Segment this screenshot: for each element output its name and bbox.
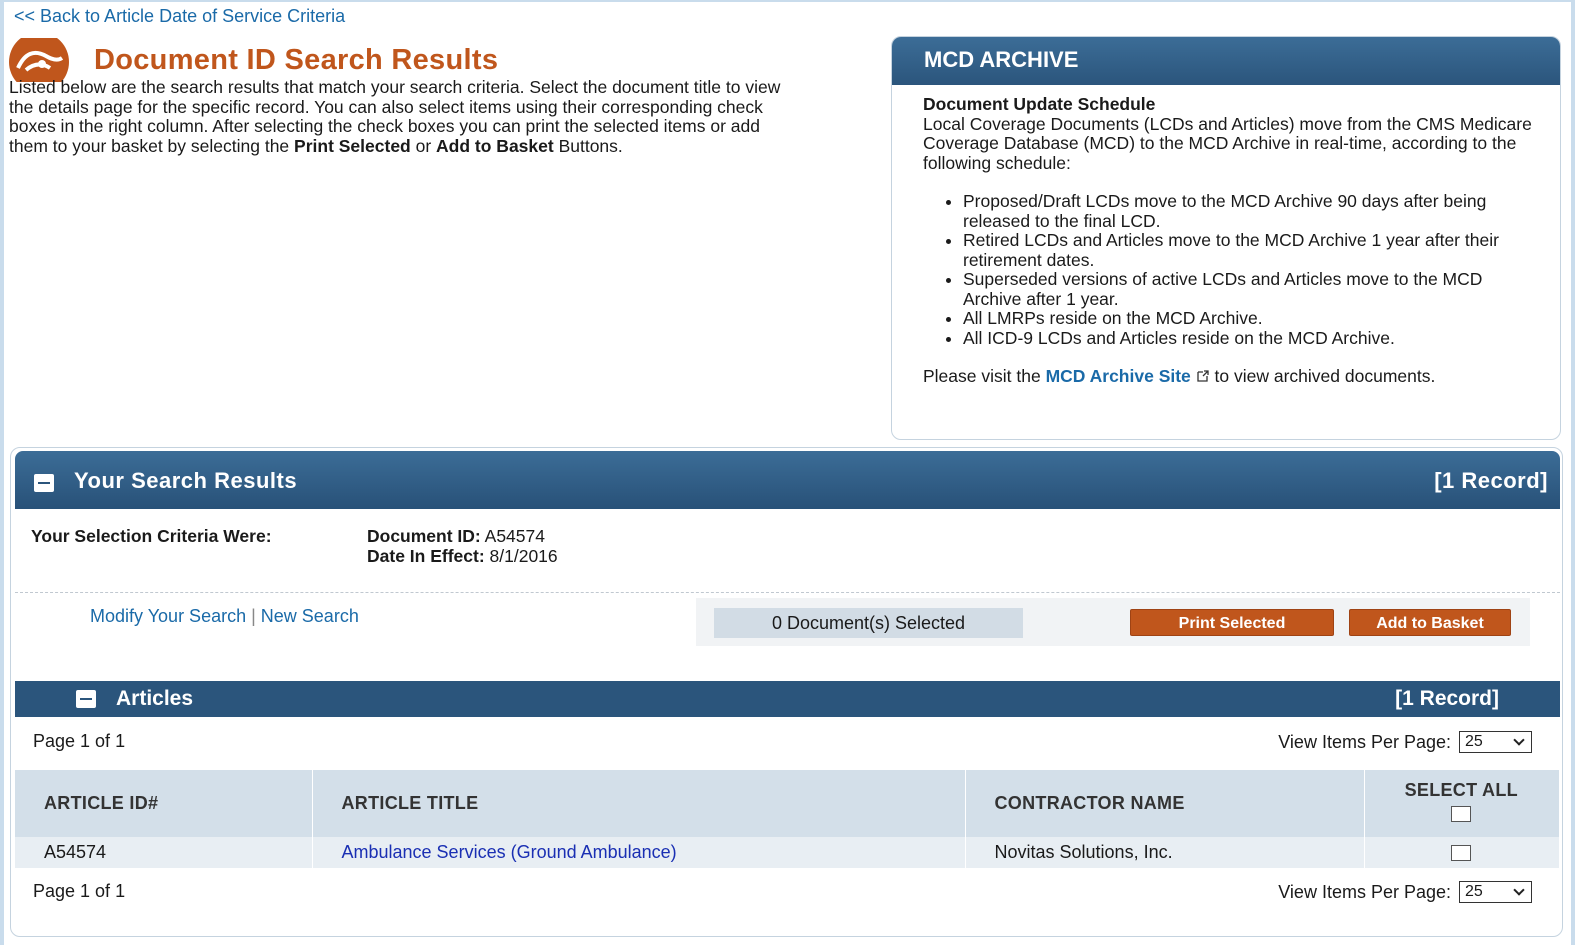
schedule-item: All ICD-9 LCDs and Articles reside on th… [963, 328, 1534, 349]
collapse-articles-icon[interactable] [76, 690, 96, 708]
per-page-label: View Items Per Page: [1278, 731, 1451, 752]
top-border [0, 0, 1575, 2]
left-border [0, 0, 4, 945]
search-results-panel: Your Search Results [1 Record] Your Sele… [10, 447, 1563, 937]
schedule-item: Retired LCDs and Articles move to the MC… [963, 230, 1534, 270]
search-logo-icon [8, 32, 70, 92]
page-info-bottom: Page 1 of 1 [33, 881, 126, 901]
visit-text: Please visit the MCD Archive Site to vie… [923, 366, 1436, 386]
mcd-archive-header: MCD ARCHIVE [892, 37, 1560, 85]
right-border [1571, 0, 1575, 945]
per-page-select[interactable]: 25 [1459, 731, 1532, 753]
article-title-cell: Ambulance Services (Ground Ambulance) [312, 837, 966, 868]
schedule-title: Document Update Schedule [923, 94, 1156, 114]
selected-count: 0 Document(s) Selected [714, 608, 1023, 638]
col-article-id[interactable]: ARTICLE ID# [15, 770, 313, 837]
page-title: Document ID Search Results [94, 43, 499, 76]
intro-text: Listed below are the search results that… [9, 77, 781, 156]
chevron-down-icon [1513, 734, 1525, 746]
articles-header: Articles [1 Record] [15, 681, 1560, 717]
mcd-archive-body: Document Update Schedule Local Coverage … [892, 85, 1560, 387]
modify-search-link[interactable]: Modify Your Search [90, 606, 246, 626]
table-row: A54574 Ambulance Services (Ground Ambula… [15, 837, 1560, 868]
search-results-count: [1 Record] [1434, 468, 1548, 493]
select-all-checkbox[interactable] [1451, 806, 1472, 823]
col-select-all: SELECT ALL [1364, 770, 1560, 837]
criteria-label: Your Selection Criteria Were: [31, 526, 272, 546]
print-selected-button[interactable]: Print Selected [1130, 609, 1334, 636]
search-links: Modify Your Search | New Search [90, 606, 359, 627]
mcd-archive-panel: MCD ARCHIVE Document Update Schedule Loc… [891, 36, 1561, 440]
page-info-top: Page 1 of 1 [33, 731, 126, 751]
back-link[interactable]: << Back to Article Date of Service Crite… [14, 6, 345, 27]
title-row: Document ID Search Results [8, 32, 499, 92]
articles-count: [1 Record] [1395, 687, 1499, 710]
articles-table: ARTICLE ID# ARTICLE TITLE CONTRACTOR NAM… [15, 770, 1560, 868]
articles-title: Articles [116, 687, 194, 710]
per-page-top: View Items Per Page: 25 [1278, 731, 1532, 753]
search-results-header: Your Search Results [1 Record] [15, 451, 1560, 509]
divider [15, 592, 1560, 593]
col-contractor-name[interactable]: CONTRACTOR NAME [965, 770, 1365, 837]
search-results-title: Your Search Results [74, 468, 298, 493]
criteria-values: Document ID: A54574 Date In Effect: 8/1/… [367, 526, 558, 566]
selection-bar: 0 Document(s) Selected Print Selected Ad… [696, 598, 1530, 646]
chevron-down-icon [1513, 884, 1525, 896]
link-separator: | [251, 606, 256, 626]
schedule-item: Superseded versions of active LCDs and A… [963, 269, 1534, 309]
col-article-title[interactable]: ARTICLE TITLE [312, 770, 966, 837]
schedule-list: Proposed/Draft LCDs move to the MCD Arch… [923, 191, 1534, 349]
per-page-select[interactable]: 25 [1459, 881, 1532, 903]
criteria-document-id: Document ID: A54574 [367, 526, 545, 546]
add-to-basket-button[interactable]: Add to Basket [1349, 609, 1511, 636]
per-page-bottom: View Items Per Page: 25 [1278, 881, 1532, 903]
schedule-text: Local Coverage Documents (LCDs and Artic… [923, 113, 1532, 173]
per-page-label: View Items Per Page: [1278, 881, 1451, 902]
table-header-row: ARTICLE ID# ARTICLE TITLE CONTRACTOR NAM… [15, 770, 1560, 837]
collapse-results-icon[interactable] [34, 474, 54, 492]
schedule-item: All LMRPs reside on the MCD Archive. [963, 308, 1534, 329]
schedule-item: Proposed/Draft LCDs move to the MCD Arch… [963, 191, 1534, 231]
external-link-icon [1197, 370, 1209, 382]
mcd-archive-site-link[interactable]: MCD Archive Site [1046, 366, 1191, 386]
select-all-label: SELECT ALL [1404, 780, 1518, 800]
row-select-checkbox[interactable] [1451, 845, 1472, 862]
article-title-link[interactable]: Ambulance Services (Ground Ambulance) [342, 842, 677, 862]
contractor-cell: Novitas Solutions, Inc. [965, 837, 1365, 868]
new-search-link[interactable]: New Search [261, 606, 359, 626]
criteria-date-in-effect: Date In Effect: 8/1/2016 [367, 546, 558, 566]
article-id-cell: A54574 [15, 837, 313, 868]
select-cell [1364, 837, 1560, 868]
